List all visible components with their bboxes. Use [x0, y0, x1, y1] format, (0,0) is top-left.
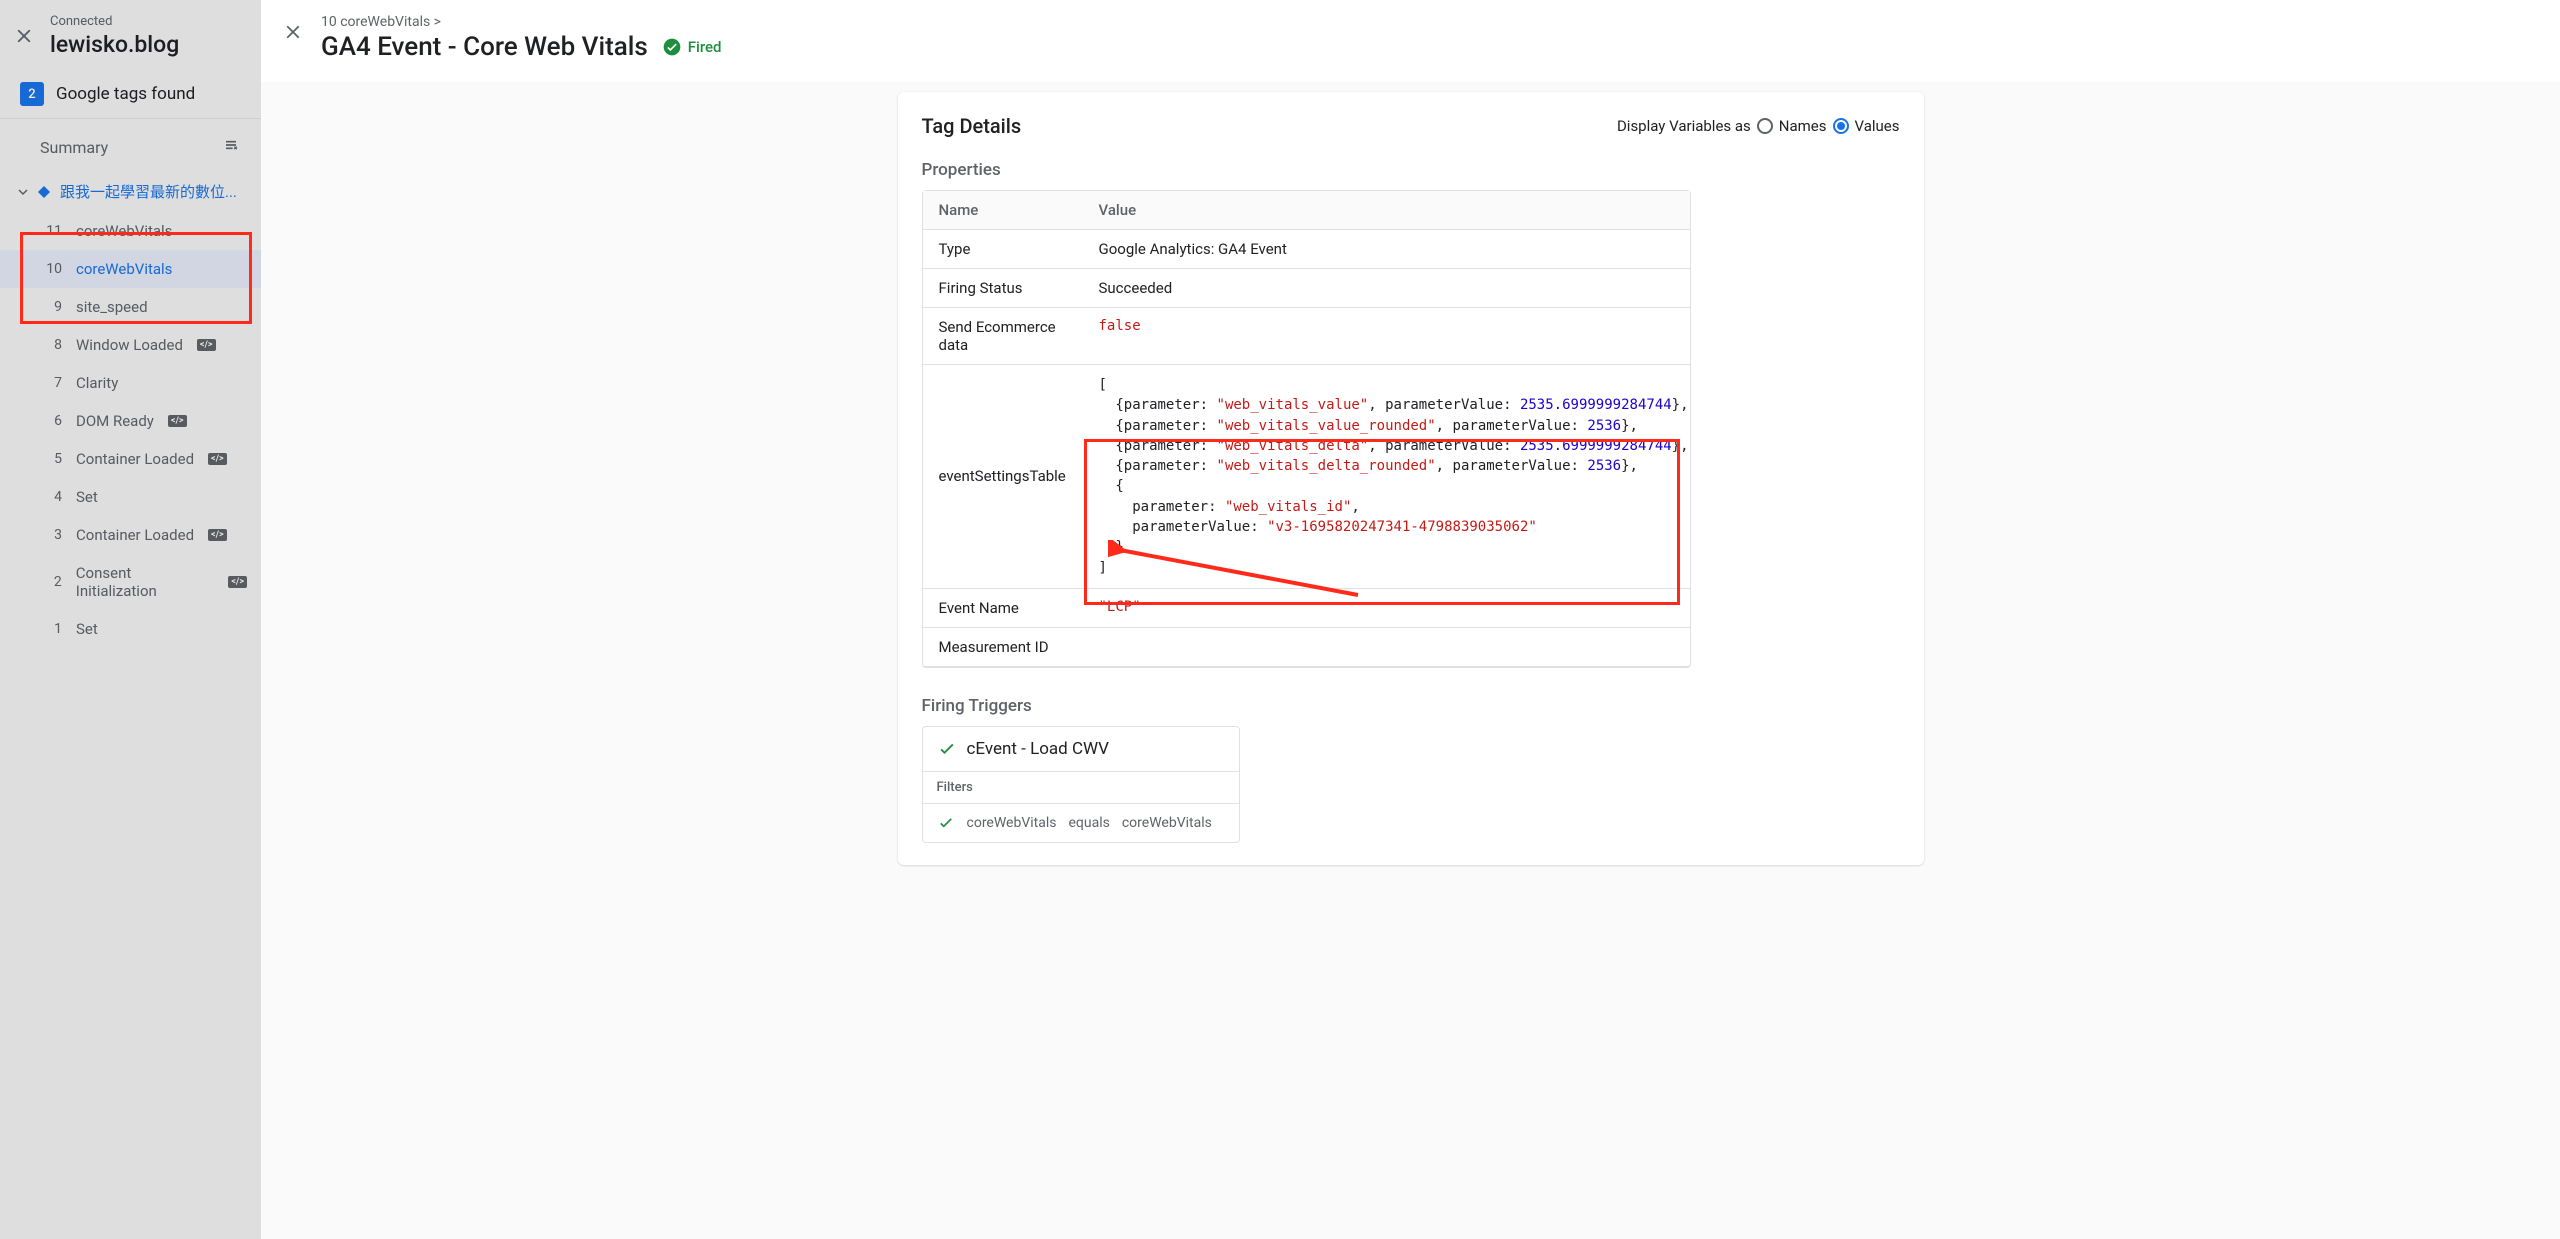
properties-table: Name Value Type Google Analytics: GA4 Ev…: [922, 190, 1691, 668]
display-variables-radio-group: Display Variables as Names Values: [1617, 117, 1900, 135]
sidebar-event-item[interactable]: 7Clarity: [0, 364, 261, 402]
table-row: Type Google Analytics: GA4 Event: [923, 230, 1690, 269]
sidebar: Connected lewisko.blog 2 Google tags fou…: [0, 0, 261, 1239]
radio-names[interactable]: [1757, 118, 1773, 134]
properties-section-title: Properties: [922, 160, 1900, 180]
tags-found-label: Google tags found: [56, 84, 195, 104]
tags-found-row[interactable]: 2 Google tags found: [0, 70, 261, 119]
sidebar-event-item[interactable]: 10coreWebVitals: [0, 250, 261, 288]
event-settings-value: [ {parameter: "web_vitals_value", parame…: [1083, 365, 1705, 588]
fired-badge: Fired: [662, 37, 722, 57]
breadcrumb[interactable]: 10 coreWebVitals >: [321, 14, 722, 30]
summary-label[interactable]: Summary: [40, 138, 108, 157]
check-circle-icon: [662, 37, 682, 57]
clear-icon[interactable]: [221, 135, 241, 159]
close-icon[interactable]: [12, 24, 36, 48]
radio-values[interactable]: [1833, 118, 1849, 134]
tag-details-title: Tag Details: [922, 114, 1022, 138]
close-icon[interactable]: [281, 20, 305, 44]
connection-status: Connected: [50, 14, 179, 29]
table-row: Send Ecommerce data false: [923, 308, 1690, 365]
code-icon: </>: [197, 339, 216, 351]
sidebar-event-item[interactable]: 1Set: [0, 610, 261, 648]
table-row: Measurement ID: [923, 628, 1690, 667]
sidebar-event-item[interactable]: 3Container Loaded</>: [0, 516, 261, 554]
firing-triggers-section-title: Firing Triggers: [922, 696, 1900, 716]
sidebar-event-item[interactable]: 4Set: [0, 478, 261, 516]
domain-name: lewisko.blog: [50, 31, 179, 58]
page-title: GA4 Event - Core Web Vitals: [321, 32, 648, 62]
main-panel: 10 coreWebVitals > GA4 Event - Core Web …: [261, 0, 2560, 1239]
event-list: 11coreWebVitals10coreWebVitals9site_spee…: [0, 212, 261, 648]
sidebar-event-item[interactable]: 6DOM Ready</>: [0, 402, 261, 440]
tags-count-badge: 2: [20, 82, 44, 106]
sidebar-event-item[interactable]: 11coreWebVitals: [0, 212, 261, 250]
code-icon: </>: [208, 529, 227, 541]
page-title: 跟我一起學習最新的數位...: [60, 181, 237, 202]
code-icon: </>: [208, 453, 227, 465]
page-row[interactable]: 跟我一起學習最新的數位...: [0, 171, 261, 212]
filters-label: Filters: [923, 772, 1239, 804]
check-icon: [937, 739, 957, 759]
sidebar-event-item[interactable]: 8Window Loaded</>: [0, 326, 261, 364]
table-row: Firing Status Succeeded: [923, 269, 1690, 308]
trigger-name: cEvent - Load CWV: [967, 739, 1109, 759]
code-icon: </>: [168, 415, 187, 427]
col-value: Value: [1083, 191, 1690, 229]
trigger-card[interactable]: cEvent - Load CWV Filters coreWebVitals …: [922, 726, 1240, 843]
table-row: Event Name "LCP": [923, 589, 1690, 628]
check-icon: [937, 814, 955, 832]
sidebar-event-item[interactable]: 2Consent Initialization</>: [0, 554, 261, 610]
code-icon: </>: [228, 576, 247, 588]
table-row: eventSettingsTable [ {parameter: "web_vi…: [923, 365, 1690, 589]
filter-row: coreWebVitals equals coreWebVitals: [923, 804, 1239, 842]
sidebar-event-item[interactable]: 9site_speed: [0, 288, 261, 326]
col-name: Name: [923, 191, 1083, 229]
sidebar-event-item[interactable]: 5Container Loaded</>: [0, 440, 261, 478]
